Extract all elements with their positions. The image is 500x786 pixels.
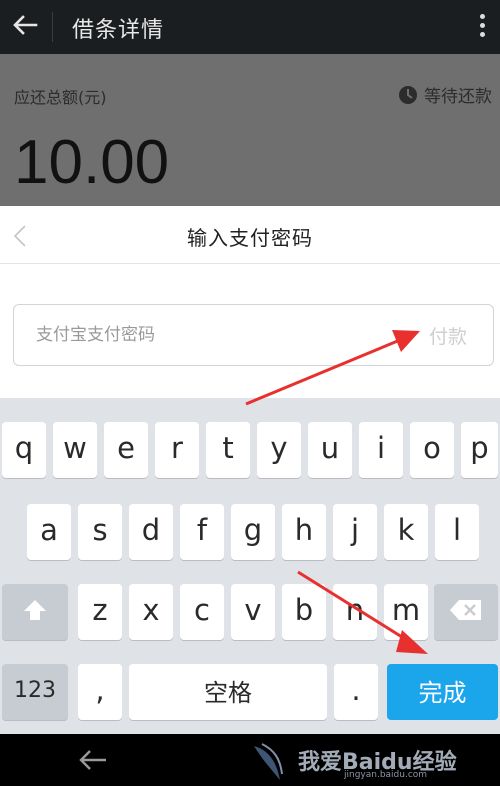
baidu-watermark: 我爱Baidu经验 jingyan.baidu.com [252, 740, 482, 784]
app-bar: 借条详情 [0, 0, 500, 54]
key-f[interactable]: f [180, 504, 224, 560]
key-x[interactable]: x [129, 584, 173, 640]
key-d[interactable]: d [129, 504, 173, 560]
key-y[interactable]: y [257, 422, 301, 478]
key-w[interactable]: w [53, 422, 97, 478]
key-u[interactable]: u [308, 422, 352, 478]
key-s[interactable]: s [78, 504, 122, 560]
space-key[interactable]: 空格 [129, 664, 327, 720]
backspace-icon [450, 600, 481, 620]
key-g[interactable]: g [231, 504, 275, 560]
system-nav-bar: 我爱Baidu经验 jingyan.baidu.com [0, 734, 500, 786]
key-r[interactable]: r [155, 422, 199, 478]
shift-icon [24, 600, 46, 620]
key-p[interactable]: p [461, 422, 498, 478]
password-field[interactable]: 付款 [13, 304, 494, 366]
amount-value: 10.00 [14, 128, 170, 197]
payment-password-sheet: 输入支付密码 付款 [0, 206, 500, 398]
amount-label: 应还总额(元) [14, 88, 107, 107]
key-q[interactable]: q [2, 422, 46, 478]
page-title: 借条详情 [72, 18, 165, 43]
status-text: 等待还款 [424, 87, 492, 107]
key-c[interactable]: c [180, 584, 224, 640]
sheet-title: 输入支付密码 [187, 226, 313, 250]
comma-key[interactable]: , [78, 664, 122, 720]
watermark-url: jingyan.baidu.com [344, 770, 428, 780]
key-v[interactable]: v [231, 584, 275, 640]
back-arrow-icon[interactable] [10, 10, 40, 40]
key-t[interactable]: t [206, 422, 250, 478]
key-l[interactable]: l [435, 504, 479, 560]
key-n[interactable]: n [333, 584, 377, 640]
nav-back-icon[interactable] [78, 748, 108, 772]
wings-logo-icon [254, 743, 283, 780]
key-j[interactable]: j [333, 504, 377, 560]
key-o[interactable]: o [410, 422, 454, 478]
loan-detail-panel: 应还总额(元) 等待还款 10.00 [0, 54, 500, 206]
key-h[interactable]: h [282, 504, 326, 560]
key-e[interactable]: e [104, 422, 148, 478]
key-k[interactable]: k [384, 504, 428, 560]
key-m[interactable]: m [384, 584, 428, 640]
appbar-divider [52, 12, 53, 42]
key-i[interactable]: i [359, 422, 403, 478]
period-key[interactable]: . [334, 664, 378, 720]
clock-icon [399, 85, 417, 104]
numbers-key[interactable]: 123 [2, 664, 68, 720]
backspace-key[interactable] [434, 584, 498, 640]
pay-button[interactable]: 付款 [429, 322, 467, 349]
password-input[interactable] [14, 305, 394, 365]
soft-keyboard: q w e r t y u i o p a s d f g h j k l z … [0, 398, 500, 734]
done-key[interactable]: 完成 [387, 664, 498, 720]
more-options-icon[interactable] [478, 14, 486, 40]
key-z[interactable]: z [78, 584, 122, 640]
status-badge: 等待还款 [398, 82, 492, 107]
sheet-header: 输入支付密码 [0, 206, 500, 264]
shift-key[interactable] [2, 584, 68, 640]
key-a[interactable]: a [27, 504, 71, 560]
key-b[interactable]: b [282, 584, 326, 640]
